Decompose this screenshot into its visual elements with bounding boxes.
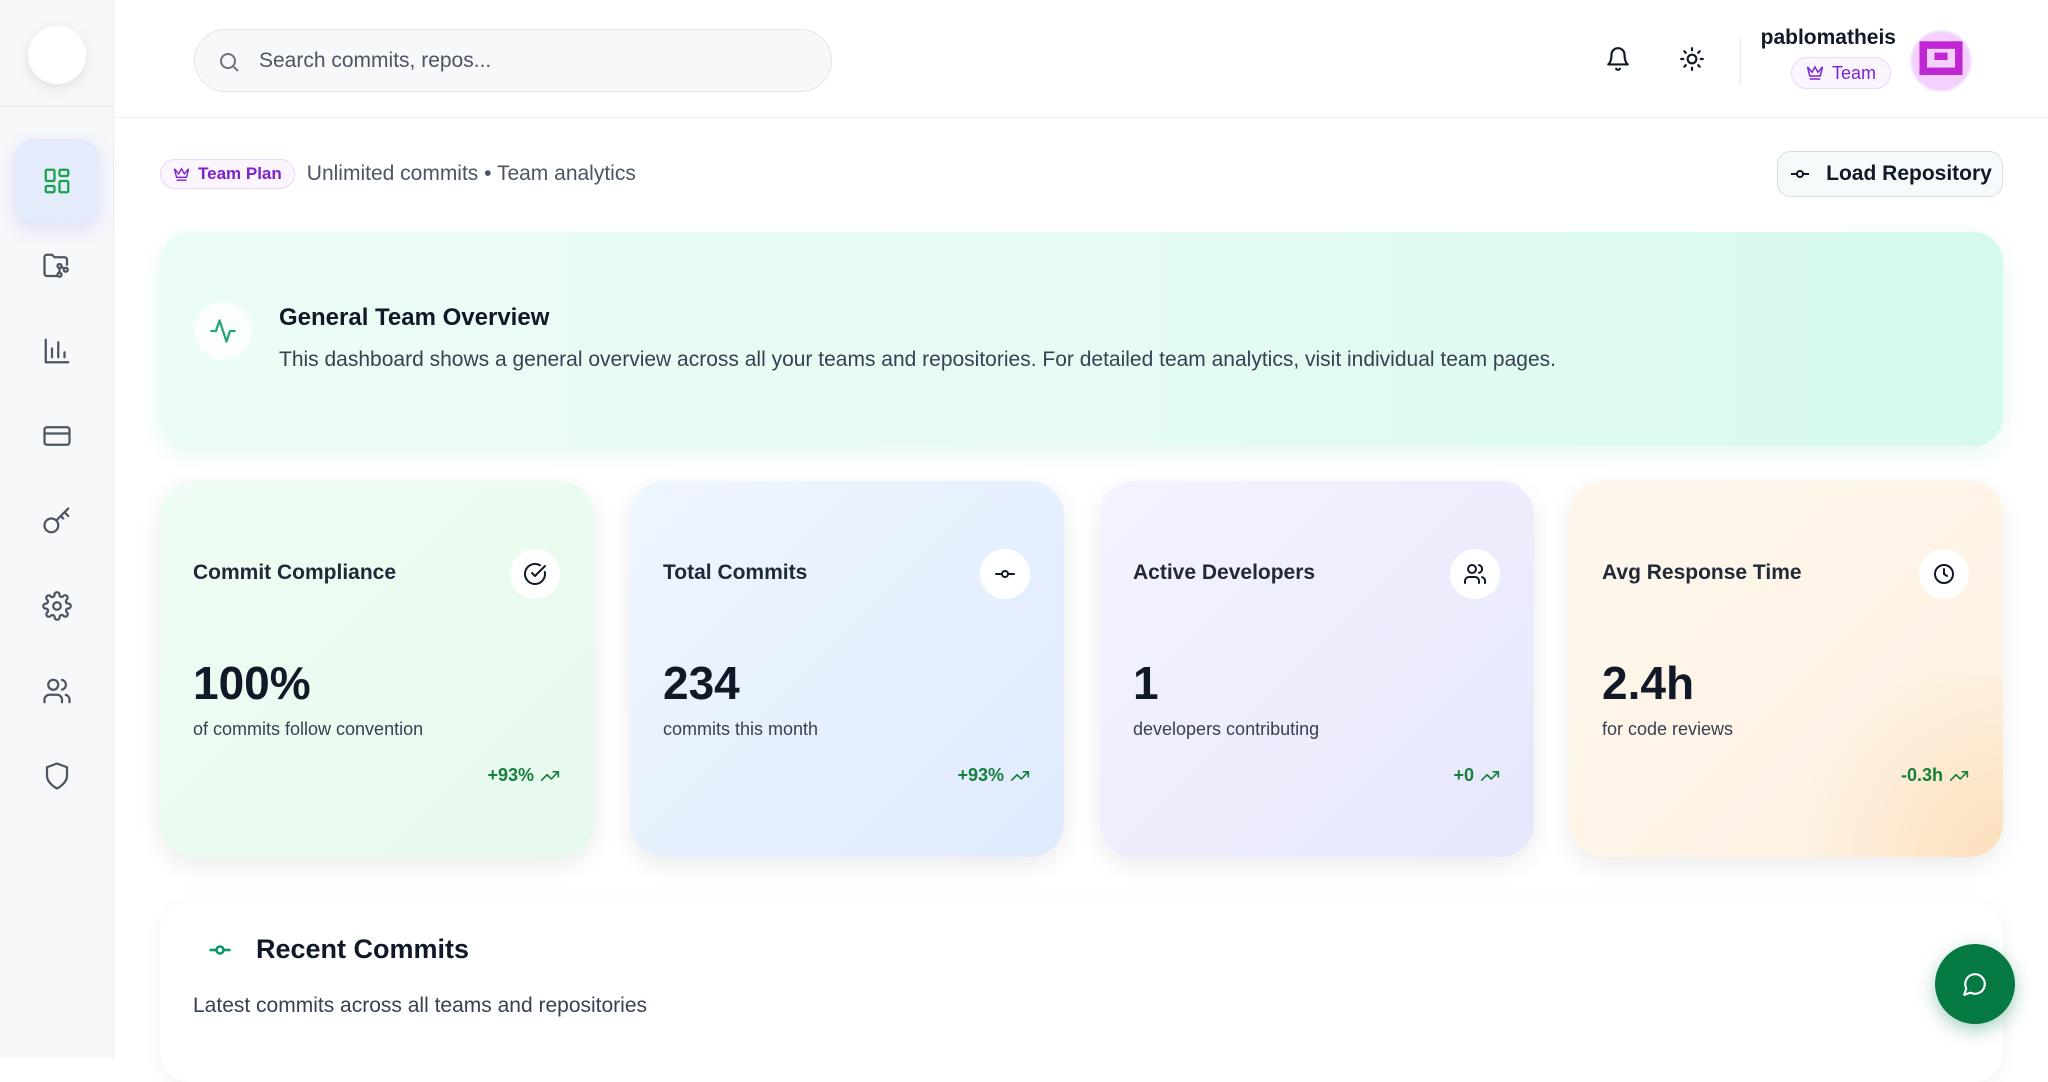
commit-icon [206,936,234,964]
trending-up-icon [1480,770,1500,781]
plan-features-text: Unlimited commits • Team analytics [306,162,636,185]
load-repository-label: Load Repository [1826,162,1992,185]
app-logo[interactable] [28,26,86,84]
notifications-button[interactable] [1595,36,1641,82]
stat-card-subtitle: developers contributing [1133,719,1320,739]
stat-card-value: 100% [193,657,311,709]
recent-commits-subtitle: Latest commits across all teams and repo… [193,994,648,1017]
sidebar-item-analytics[interactable] [15,309,99,393]
chat-button[interactable] [1935,944,2015,1024]
team-plan-label: Team Plan [198,164,282,183]
overview-description: This dashboard shows a general overview … [279,348,1556,371]
search-input[interactable] [259,30,819,91]
team-plan-badge: Team Plan [160,159,295,189]
search-icon [220,53,239,72]
shield-icon [45,762,69,790]
stat-card-value: 1 [1133,657,1159,709]
stat-card-trend-value: -0.3h [1900,765,1943,785]
search-bar[interactable] [194,29,832,92]
user-plan-label: Team [1832,62,1877,83]
commit-icon [1791,170,1810,178]
stat-card-value: 2.4h [1602,657,1695,709]
stat-card-active-developers[interactable]: Active Developers 1 developers contribut… [1100,481,1534,857]
clock-icon [1919,549,1969,599]
avatar[interactable] [1910,30,1972,92]
sidebar-item-billing[interactable] [15,394,99,478]
check-circle-icon [510,549,560,599]
sidebar-item-settings[interactable] [15,564,99,648]
username: pablomatheis [1760,26,1896,49]
stat-card-trend-value: +93% [957,765,1004,785]
stat-card-title: Avg Response Time [1602,561,1802,584]
header: pablomatheis Team [114,0,2048,118]
chat-icon [1963,973,1986,996]
sidebar [0,0,114,1058]
stat-card-subtitle: of commits follow convention [193,719,424,739]
sidebar-item-repositories[interactable] [15,224,99,308]
load-repository-button[interactable]: Load Repository [1777,151,2003,197]
stat-card-title: Commit Compliance [193,561,397,584]
overview-title: General Team Overview [279,304,550,331]
stat-card-trend: +93% [957,765,1030,786]
sidebar-item-security[interactable] [15,734,99,818]
sun-icon [1680,47,1704,71]
recent-commits-panel: Recent Commits Latest commits across all… [160,902,2003,1082]
trending-up-icon [1949,770,1969,781]
stat-card-commit-compliance[interactable]: Commit Compliance 100% of commits follow… [160,481,594,857]
theme-toggle-button[interactable] [1669,36,1715,82]
stat-card-title: Active Developers [1133,561,1316,584]
repositories-icon [43,253,69,278]
crown-icon [173,166,190,181]
stat-card-title: Total Commits [663,561,808,584]
trending-up-icon [540,770,560,781]
stat-card-value: 234 [663,657,740,709]
sidebar-item-dashboard[interactable] [15,139,99,223]
dashboard-icon [44,168,70,194]
billing-icon [43,426,71,446]
stat-card-trend: -0.3h [1901,765,1969,786]
bell-icon [1607,47,1629,71]
stat-card-subtitle: for code reviews [1602,719,1734,739]
sidebar-item-teams[interactable] [15,649,99,733]
stat-card-trend: +0 [1453,765,1500,786]
recent-commits-title: Recent Commits [256,934,470,964]
stat-card-total-commits[interactable]: Total Commits 234 commits this month +93… [630,481,1064,857]
header-divider [1740,38,1741,84]
analytics-icon [44,338,70,364]
gear-icon [42,591,72,621]
stat-card-trend-value: +0 [1453,765,1474,785]
commit-icon [980,549,1030,599]
crown-icon [1806,65,1824,80]
stat-card-trend: +93% [487,765,560,786]
overview-banner: General Team Overview This dashboard sho… [160,232,2003,446]
key-icon [43,507,70,534]
sidebar-divider [0,106,114,107]
trending-up-icon [1010,770,1030,781]
avatar-pattern [1912,32,1970,90]
users-icon [1450,549,1500,599]
activity-icon [194,302,252,360]
user-plan-badge: Team [1791,57,1892,89]
users-icon [43,678,71,704]
plan-info-bar: Team Plan Unlimited commits • Team analy… [160,152,636,196]
sidebar-item-api-keys[interactable] [15,479,99,563]
stat-card-subtitle: commits this month [663,719,819,739]
stat-card-trend-value: +93% [487,765,534,785]
stat-card-avg-response-time[interactable]: Avg Response Time 2.4h for code reviews … [1569,481,2003,857]
